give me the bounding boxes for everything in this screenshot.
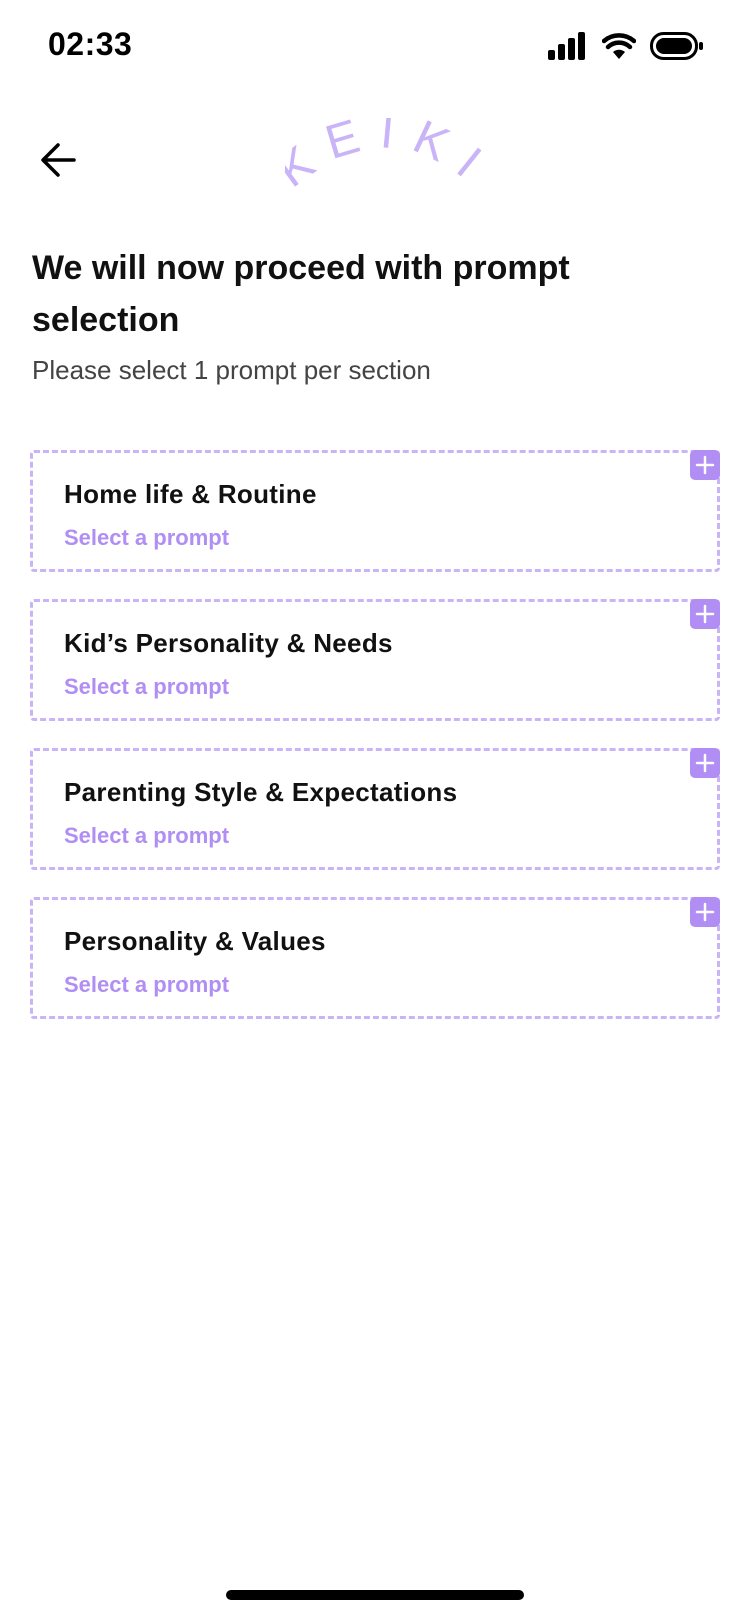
select-prompt-link[interactable]: Select a prompt — [64, 972, 229, 998]
section-title: Personality & Values — [64, 926, 326, 956]
cellular-signal-icon — [548, 32, 585, 60]
home-indicator[interactable] — [226, 1590, 524, 1600]
plus-icon — [695, 753, 715, 773]
section-card-personality-values[interactable]: Personality & Values Select a prompt — [30, 897, 720, 1019]
logo-text: KEIKI — [285, 118, 485, 198]
page-title: We will now proceed with prompt selectio… — [32, 249, 570, 339]
section-card-kids-personality[interactable]: Kid’s Personality & Needs Select a promp… — [30, 599, 720, 721]
status-time: 02:33 — [48, 26, 133, 62]
add-prompt-button[interactable] — [690, 748, 720, 778]
status-bar: 02:33 — [0, 0, 750, 96]
section-title: Home life & Routine — [64, 479, 317, 509]
add-prompt-button[interactable] — [690, 599, 720, 629]
keiki-logo: KEIKI — [267, 105, 487, 208]
plus-icon — [695, 902, 715, 922]
add-prompt-button[interactable] — [690, 450, 720, 480]
battery-icon — [650, 32, 703, 60]
wifi-icon — [602, 33, 636, 59]
section-card-parenting-style[interactable]: Parenting Style & Expectations Select a … — [30, 748, 720, 870]
back-button[interactable] — [30, 132, 86, 188]
select-prompt-link[interactable]: Select a prompt — [64, 674, 229, 700]
plus-icon — [695, 604, 715, 624]
page-subtitle: Please select 1 prompt per section — [32, 355, 431, 385]
status-icons — [548, 32, 704, 60]
add-prompt-button[interactable] — [690, 897, 720, 927]
prompt-sections: Home life & Routine Select a prompt Kid’… — [30, 450, 720, 1046]
section-title: Parenting Style & Expectations — [64, 777, 458, 807]
select-prompt-link[interactable]: Select a prompt — [64, 525, 229, 551]
section-title: Kid’s Personality & Needs — [64, 628, 393, 658]
arrow-left-icon — [41, 143, 76, 177]
plus-icon — [695, 455, 715, 475]
select-prompt-link[interactable]: Select a prompt — [64, 823, 229, 849]
section-card-home-life[interactable]: Home life & Routine Select a prompt — [30, 450, 720, 572]
